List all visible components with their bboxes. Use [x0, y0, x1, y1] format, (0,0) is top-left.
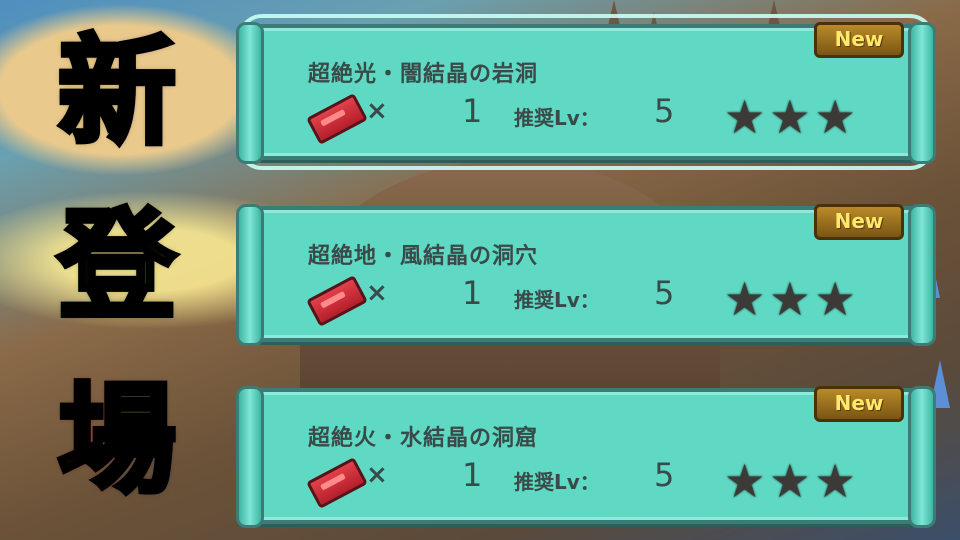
headline-char-place: 場 [52, 369, 182, 512]
ticket-icon [306, 457, 368, 509]
times-sign: × [366, 278, 388, 308]
recommended-level-value: 5 [654, 456, 675, 494]
times-sign: × [366, 96, 388, 126]
new-badge: New [814, 386, 904, 422]
recommended-level-label: 推奨Lv： [514, 106, 600, 130]
headline-char-new: 新 [52, 21, 182, 164]
quest-title: 超絶地・風結晶の洞穴 [308, 244, 539, 269]
ticket-icon [306, 275, 368, 327]
ticket-quantity: 1 [462, 274, 483, 312]
new-badge: New [814, 22, 904, 58]
ticket-icon [306, 93, 368, 145]
times-sign: × [366, 460, 388, 490]
star-rating: ★★★ [724, 454, 860, 508]
quest-card[interactable]: New 超絶火・水結晶の洞窟 × 1 推奨Lv： 5 ★★★ [236, 386, 936, 528]
quest-card[interactable]: New 超絶光・闇結晶の岩洞 × 1 推奨Lv： 5 ★★★ [236, 14, 936, 170]
recommended-level-value: 5 [654, 274, 675, 312]
recommended-level-value: 5 [654, 92, 675, 130]
quest-card[interactable]: New 超絶地・風結晶の洞穴 × 1 推奨Lv： 5 ★★★ [236, 204, 936, 346]
new-badge: New [814, 204, 904, 240]
ticket-quantity: 1 [462, 456, 483, 494]
recommended-level-label: 推奨Lv： [514, 470, 600, 494]
recommended-level-label: 推奨Lv： [514, 288, 600, 312]
headline-char-appear: 登 [52, 195, 182, 338]
quest-title: 超絶火・水結晶の洞窟 [308, 426, 539, 451]
quest-title: 超絶光・闇結晶の岩洞 [308, 62, 539, 87]
star-rating: ★★★ [724, 272, 860, 326]
star-rating: ★★★ [724, 90, 860, 144]
ticket-quantity: 1 [462, 92, 483, 130]
